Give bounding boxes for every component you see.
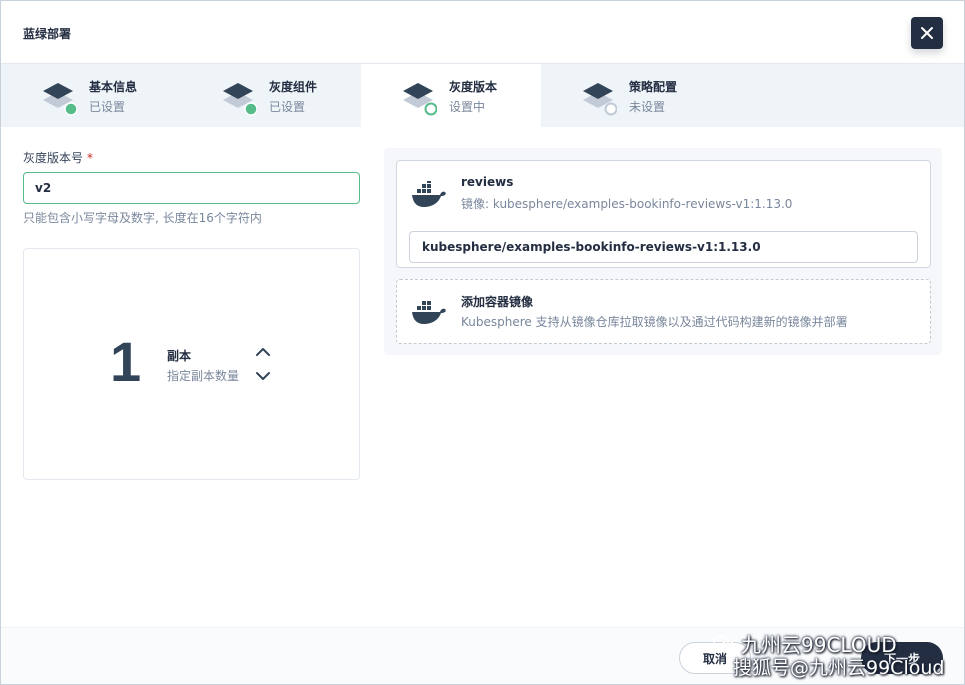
step-tabs: 基本信息 已设置 灰度组件 已设置 灰度版本 设置中 策略配置 未设置 <box>1 63 964 128</box>
docker-icon <box>412 301 446 324</box>
container-name: reviews <box>461 175 514 189</box>
blue-green-deploy-modal: 蓝绿部署 基本信息 已设置 灰度组件 已设置 灰度版本 设置中 策略配置 未设置… <box>0 0 965 685</box>
close-icon <box>921 27 933 39</box>
container-image-desc: 镜像: kubesphere/examples-bookinfo-reviews… <box>461 197 793 211</box>
modal-header: 蓝绿部署 <box>1 1 964 63</box>
version-label-text: 灰度版本号 <box>23 151 84 165</box>
step-title: 灰度版本 <box>449 80 498 94</box>
replica-title: 副本 <box>167 349 192 363</box>
container-card[interactable]: reviews 镜像: kubesphere/examples-bookinfo… <box>396 160 931 268</box>
version-hint: 只能包含小写字母及数字, 长度在16个字符内 <box>23 211 262 225</box>
step-status: 已设置 <box>89 100 126 114</box>
step-title: 策略配置 <box>629 80 678 94</box>
step-status: 未设置 <box>629 100 666 114</box>
chevron-down-icon <box>256 372 270 380</box>
modal-body: 灰度版本号* 只能包含小写字母及数字, 长度在16个字符内 1 副本 指定副本数… <box>1 127 964 627</box>
containers-panel: reviews 镜像: kubesphere/examples-bookinfo… <box>384 148 942 355</box>
step-title: 灰度组件 <box>269 80 318 94</box>
version-label: 灰度版本号 * <box>23 149 93 166</box>
add-container-title: 添加容器镜像 <box>461 295 534 309</box>
next-button[interactable]: 下一步 <box>861 642 943 674</box>
layers-done-icon <box>43 83 77 116</box>
docker-icon <box>412 181 446 207</box>
image-input[interactable] <box>409 231 918 263</box>
step-status: 已设置 <box>269 100 306 114</box>
modal-footer: 取消 下一步 <box>1 627 964 684</box>
replica-increase-button[interactable] <box>254 343 272 361</box>
layers-pending-icon <box>583 83 617 116</box>
layers-done-icon <box>223 83 257 116</box>
layers-active-icon <box>403 83 437 116</box>
step-status: 设置中 <box>449 100 486 114</box>
replica-desc: 指定副本数量 <box>167 369 240 383</box>
step-canary-component[interactable]: 灰度组件 已设置 <box>181 64 361 128</box>
chevron-up-icon <box>256 348 270 356</box>
step-basic-info[interactable]: 基本信息 已设置 <box>1 64 181 128</box>
close-button[interactable] <box>911 17 943 49</box>
cancel-button[interactable]: 取消 <box>679 642 751 674</box>
add-container-image-button[interactable]: 添加容器镜像 Kubesphere 支持从镜像仓库拉取镜像以及通过代码构建新的镜… <box>396 279 931 344</box>
step-strategy-config[interactable]: 策略配置 未设置 <box>541 64 721 128</box>
replica-card: 1 副本 指定副本数量 <box>23 248 360 480</box>
step-title: 基本信息 <box>89 80 138 94</box>
required-mark: * <box>87 151 94 165</box>
modal-title: 蓝绿部署 <box>23 27 72 41</box>
replica-decrease-button[interactable] <box>254 367 272 385</box>
replica-count: 1 <box>110 330 142 393</box>
version-input[interactable] <box>23 172 360 204</box>
step-canary-version[interactable]: 灰度版本 设置中 <box>361 64 541 128</box>
add-container-desc: Kubesphere 支持从镜像仓库拉取镜像以及通过代码构建新的镜像并部署 <box>461 315 848 329</box>
